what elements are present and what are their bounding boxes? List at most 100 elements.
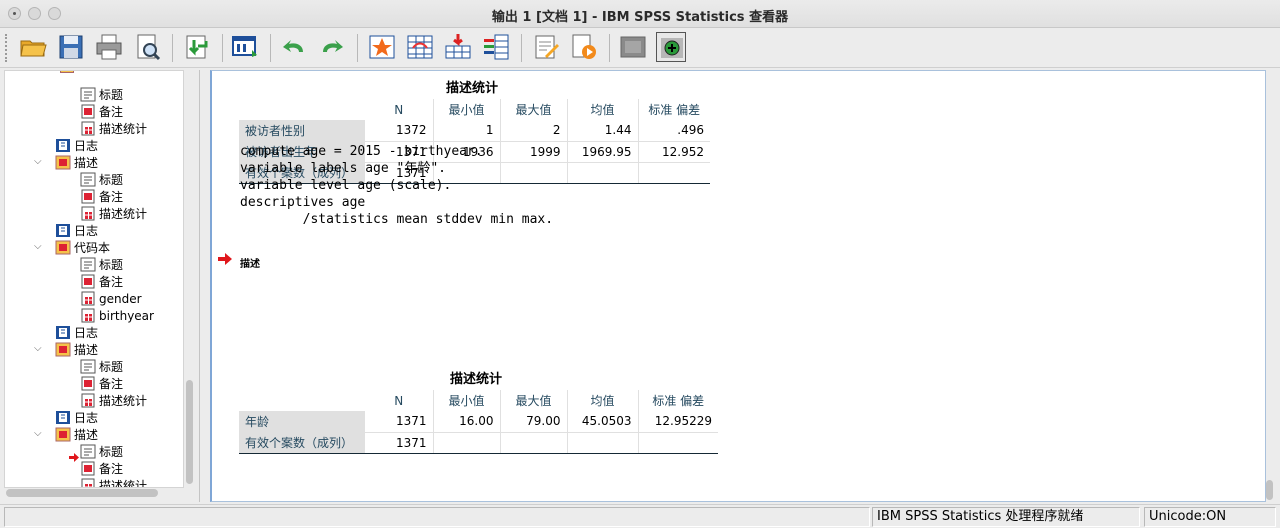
outline-item[interactable]: 描述	[55, 154, 98, 171]
outline-item[interactable]: 描述	[55, 341, 98, 358]
descriptive-stats-table-2[interactable]: N 最小值 最大值 均值 标准 偏差 年龄 1371 16.00 79.00 4…	[239, 390, 718, 454]
outline-item[interactable]: 日志	[55, 137, 98, 154]
chevron-down-icon[interactable]: ⌵	[34, 429, 44, 439]
outline-item[interactable]: 描述	[55, 426, 98, 443]
show-button[interactable]	[656, 32, 686, 62]
outline-item-label: 日志	[74, 139, 99, 153]
outline-item[interactable]: gender	[80, 290, 142, 307]
open-file-button[interactable]	[18, 32, 48, 62]
print-button[interactable]	[94, 32, 124, 62]
table-cell: 79.00	[500, 411, 568, 433]
save-icon	[59, 35, 83, 59]
insert-image-button[interactable]	[569, 32, 599, 62]
chevron-down-icon[interactable]: ⌵	[34, 344, 44, 354]
outline-item-label: 描述	[74, 428, 99, 442]
unicode-status: Unicode:ON	[1144, 507, 1276, 527]
outline-item[interactable]: 标题	[80, 171, 123, 188]
outline-item[interactable]: 备注	[80, 460, 123, 477]
outline-item[interactable]: 备注	[80, 273, 123, 290]
outline-item[interactable]: 描述统计	[80, 120, 147, 137]
table-cell: 12.952	[638, 141, 710, 163]
content-vertical-scrollbar[interactable]	[1266, 480, 1273, 500]
processor-status: IBM SPSS Statistics 处理程序就绪	[872, 507, 1140, 527]
table-header: 标准 偏差	[648, 103, 701, 117]
hide-button[interactable]	[618, 32, 648, 62]
outline-item[interactable]: 描述统计	[80, 205, 147, 222]
outline-item[interactable]: 备注	[80, 103, 123, 120]
outline-item[interactable]: 标题	[80, 256, 123, 273]
save-button[interactable]	[56, 32, 86, 62]
notes-icon	[80, 189, 96, 204]
outline-item[interactable]: 描述统计	[80, 392, 147, 409]
table-header: N	[365, 390, 434, 411]
undo-button[interactable]	[279, 32, 309, 62]
section-label[interactable]: 描述	[240, 255, 260, 270]
folder-icon	[60, 71, 74, 73]
chevron-down-icon[interactable]: ⌵	[34, 242, 44, 252]
outline-item[interactable]: 代码本	[55, 239, 110, 256]
insert-text-button[interactable]	[531, 32, 561, 62]
variables-button[interactable]	[481, 32, 511, 62]
variables-list-icon	[484, 34, 509, 60]
grid-goto-icon	[407, 35, 433, 59]
outline-item-label: 描述统计	[99, 207, 148, 221]
outline-item[interactable]: 备注	[80, 188, 123, 205]
pane-divider[interactable]	[200, 70, 407, 502]
toolbar-grip[interactable]	[5, 34, 9, 62]
title-icon	[80, 359, 96, 374]
table-cell: 12.95229	[638, 411, 718, 433]
outline-item[interactable]: birthyear	[80, 307, 154, 324]
outline-item-label: 描述	[74, 156, 99, 170]
goto-variable-button[interactable]	[405, 32, 435, 62]
export-icon	[186, 35, 208, 59]
redo-button[interactable]	[317, 32, 347, 62]
insert-output-button[interactable]	[443, 32, 473, 62]
syntax-line: variable level age (scale).	[240, 178, 452, 193]
outline-item[interactable]: 标题	[80, 86, 123, 103]
notes-icon	[80, 376, 96, 391]
table-cell	[638, 432, 718, 454]
goto-case-button[interactable]	[367, 32, 397, 62]
designate-window-button[interactable]	[230, 32, 260, 62]
outline-item[interactable]: 日志	[55, 324, 98, 341]
chevron-down-icon[interactable]: ⌵	[34, 157, 44, 167]
outline-vertical-scrollbar[interactable]	[186, 380, 193, 484]
export-button[interactable]	[182, 32, 212, 62]
print-preview-button[interactable]	[133, 32, 163, 62]
outline-item[interactable]: 日志	[55, 222, 98, 239]
title-icon	[80, 172, 96, 187]
table-cell	[567, 162, 639, 184]
title-icon	[80, 87, 96, 102]
window-icon	[232, 36, 257, 57]
outline-item-label: 日志	[74, 411, 99, 425]
outline-item-label: 标题	[99, 88, 124, 102]
outline-item[interactable]: 标题	[80, 358, 123, 375]
outline-item[interactable]: 标题	[80, 443, 123, 460]
table-icon	[80, 206, 96, 221]
outline-item-label: 描述统计	[99, 394, 148, 408]
log-icon	[55, 325, 71, 340]
outline-horizontal-scrollbar[interactable]	[6, 489, 158, 497]
outline-item-label: 描述统计	[99, 479, 148, 488]
outline-tree[interactable]: 标题 备注 描述统计 日志 ⌵ 描述 标题 备注 描述统计 日志 ⌵ 代码本 标题 备注 gender bir…	[4, 70, 184, 488]
outline-item[interactable]: 日志	[55, 409, 98, 426]
table-row: 年龄 1371 16.00 79.00 45.0503 12.95229	[239, 411, 718, 433]
outline-item-label: 备注	[99, 190, 124, 204]
table-cell: 1372	[365, 120, 434, 142]
plus-show-icon	[661, 38, 683, 58]
edit-text-icon	[535, 35, 559, 59]
window-title: 输出 1 [文档 1] - IBM SPSS Statistics 查看器	[491, 10, 789, 25]
outline-item[interactable]: 备注	[80, 375, 123, 392]
table-cell: 1371	[365, 432, 434, 454]
outline-item-label: 标题	[99, 445, 124, 459]
outline-pane: 标题 备注 描述统计 日志 ⌵ 描述 标题 备注 描述统计 日志 ⌵ 代码本 标题 备注 gender bir…	[0, 70, 200, 502]
syntax-log[interactable]: compute age = 2015 - birthyear. variable …	[240, 143, 553, 228]
table-cell: 2	[500, 120, 568, 142]
row-label: 有效个案数（成列）	[239, 432, 366, 454]
syntax-line: /statistics mean stddev min max.	[240, 212, 554, 227]
outline-item[interactable]: 描述统计	[80, 477, 148, 488]
table-icon	[80, 478, 96, 487]
redo-icon	[323, 40, 343, 52]
outline-item-label: 标题	[99, 173, 124, 187]
notes-icon	[80, 461, 96, 476]
